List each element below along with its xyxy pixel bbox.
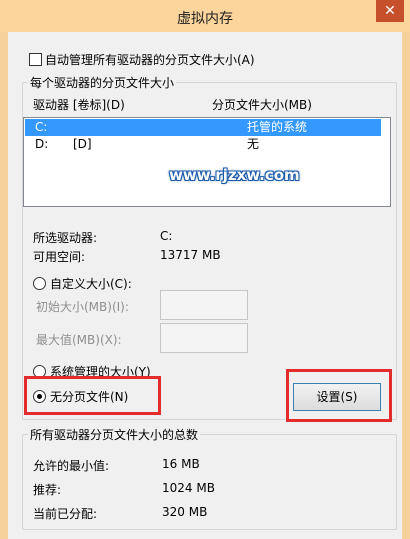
free-space-value: 13717 MB	[160, 248, 221, 262]
auto-manage-checkbox[interactable]	[29, 53, 42, 66]
min-allowed-value: 16 MB	[162, 457, 200, 471]
recommended-value: 1024 MB	[162, 481, 215, 495]
watermark-text: www.rjzxw.com	[169, 166, 300, 184]
drive-label: [D]	[73, 137, 92, 151]
drive-list[interactable]: C: 托管的系统 D: [D] 无	[23, 117, 391, 207]
highlight-box-set-button	[286, 369, 392, 422]
custom-size-label[interactable]: 自定义大小(C):	[50, 275, 132, 292]
column-header-drive: 驱动器 [卷标](D)	[33, 98, 125, 112]
list-item-d[interactable]: D: [D] 无	[25, 136, 381, 153]
drive-letter: D:	[35, 137, 49, 151]
close-button[interactable]: ✕	[376, 0, 404, 22]
drive-letter: C:	[35, 120, 48, 134]
allocated-label: 当前已分配:	[33, 507, 98, 521]
recommended-label: 推荐:	[33, 483, 62, 497]
initial-size-input[interactable]	[160, 290, 248, 320]
min-allowed-label: 允许的最小值:	[33, 459, 110, 473]
highlight-box-no-paging	[24, 376, 161, 415]
totals-group-title: 所有驱动器分页文件大小的总数	[28, 426, 201, 443]
custom-size-radio[interactable]	[33, 277, 46, 290]
auto-manage-label[interactable]: 自动管理所有驱动器的分页文件大小(A)	[45, 51, 255, 68]
selected-drive-value: C:	[160, 229, 173, 243]
close-icon: ✕	[384, 3, 396, 19]
initial-size-label: 初始大小(MB)(I):	[36, 300, 129, 314]
list-item-c[interactable]: C: 托管的系统	[25, 119, 381, 136]
drive-size: 托管的系统	[247, 120, 308, 134]
window-title: 虚拟内存	[177, 11, 233, 27]
free-space-label: 可用空间:	[33, 250, 86, 264]
drive-size: 无	[247, 137, 260, 151]
selected-drive-label: 所选驱动器:	[33, 231, 98, 245]
allocated-value: 320 MB	[162, 505, 208, 519]
max-size-label: 最大值(MB)(X):	[36, 333, 122, 347]
column-header-size: 分页文件大小(MB)	[212, 98, 312, 112]
drive-group-title: 每个驱动器的分页文件大小	[28, 74, 177, 91]
max-size-input[interactable]	[160, 323, 248, 353]
title-bar: 虚拟内存 ✕	[0, 0, 410, 33]
